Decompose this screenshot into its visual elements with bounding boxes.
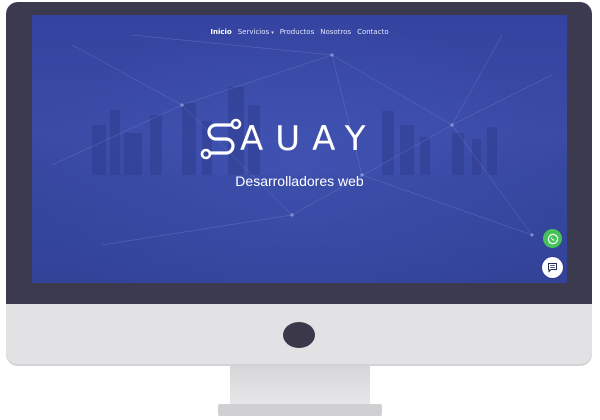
- monitor-stand: [230, 366, 370, 408]
- logo-s-icon: [200, 118, 242, 160]
- nav-item-servicios[interactable]: Servicios ▾: [238, 28, 274, 36]
- logo-text: AUAY: [240, 119, 378, 159]
- whatsapp-icon: [547, 233, 558, 244]
- whatsapp-button[interactable]: [543, 229, 562, 248]
- brand-logo: AUAY: [200, 117, 400, 161]
- nav-item-inicio[interactable]: Inicio: [210, 28, 231, 36]
- monitor-button: [283, 322, 315, 348]
- monitor-stand-base: [218, 404, 382, 416]
- chevron-down-icon: ▾: [271, 30, 274, 36]
- chat-button[interactable]: [542, 257, 563, 278]
- website-screen: Inicio Servicios ▾ Productos Nosotros Con…: [32, 15, 567, 283]
- nav-item-nosotros[interactable]: Nosotros: [320, 28, 351, 36]
- main-nav: Inicio Servicios ▾ Productos Nosotros Con…: [32, 28, 567, 36]
- nav-item-servicios-label: Servicios: [237, 28, 270, 36]
- nav-item-productos[interactable]: Productos: [280, 28, 315, 36]
- hero-tagline: Desarrolladores web: [235, 173, 364, 189]
- nav-item-contacto[interactable]: Contacto: [357, 28, 389, 36]
- chat-icon: [548, 263, 557, 273]
